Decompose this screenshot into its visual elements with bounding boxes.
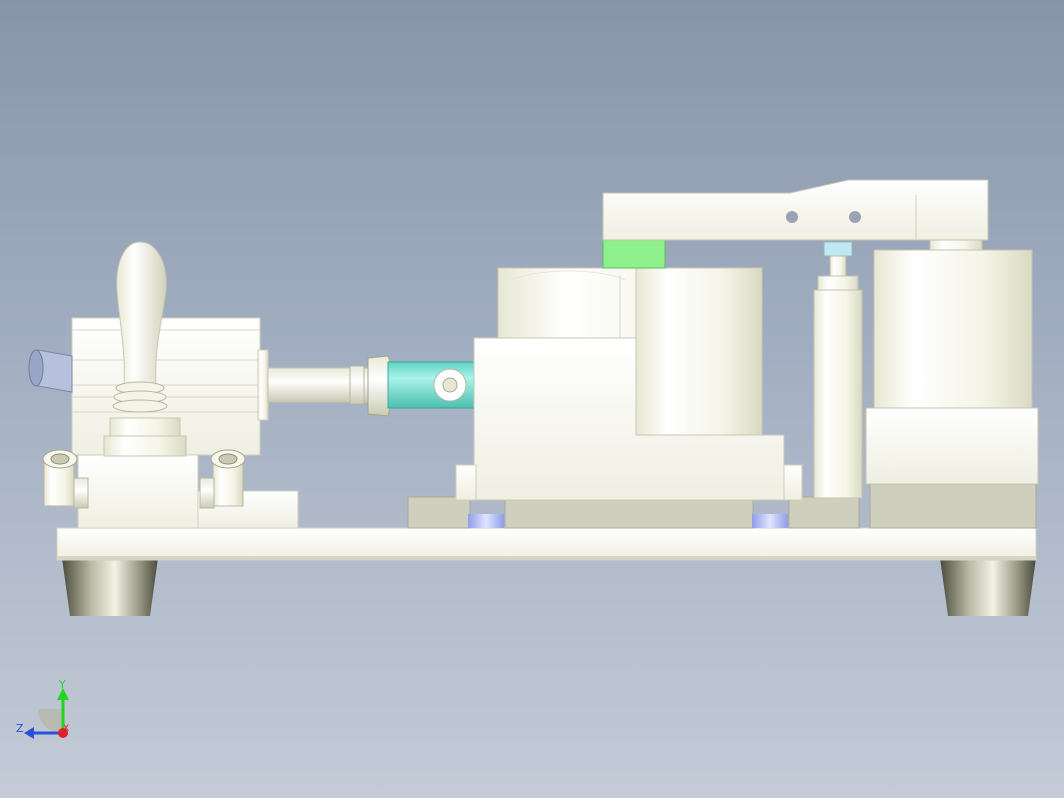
valve-base-block xyxy=(77,454,199,529)
left-foot xyxy=(62,558,158,616)
cad-viewport[interactable]: Y Z X xyxy=(0,0,1064,798)
right-pillar xyxy=(873,249,1033,411)
arm-hole-1 xyxy=(786,211,798,223)
coordinate-triad: Y Z X xyxy=(10,676,80,746)
hex-nut xyxy=(367,355,391,417)
right-foot xyxy=(940,558,1036,616)
axis-z-label: Z xyxy=(16,722,24,735)
clamp-arm xyxy=(602,179,989,241)
axis-y-label: Y xyxy=(59,678,66,691)
green-stopper xyxy=(602,237,666,269)
base-block-c xyxy=(788,496,860,529)
right-elbow-fitting xyxy=(199,449,246,509)
arm-hole-2 xyxy=(849,211,861,223)
base-block-d xyxy=(869,481,1037,529)
base-block-a xyxy=(407,496,471,529)
axis-x-label: X xyxy=(63,724,70,734)
base-block-b xyxy=(504,496,754,529)
fixture-assembly-model[interactable] xyxy=(0,0,1064,798)
triad-graphic xyxy=(24,688,69,739)
pressing-pin xyxy=(823,241,853,257)
base-plate xyxy=(56,527,1037,561)
